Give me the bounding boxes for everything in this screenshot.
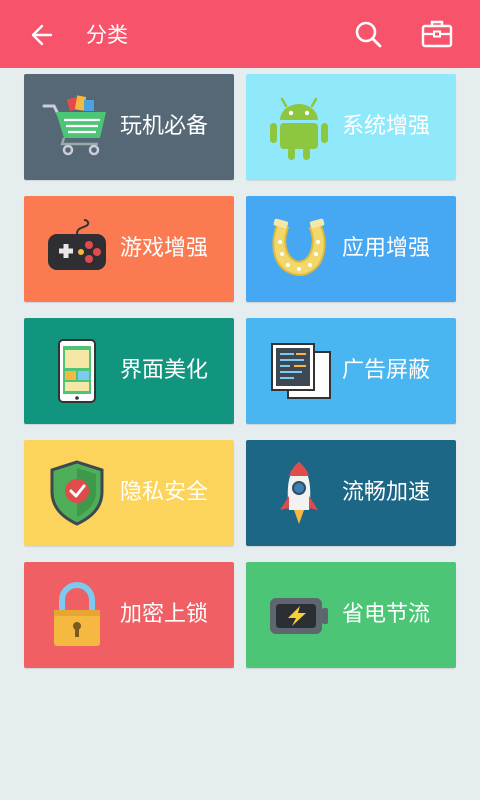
- category-tile-system[interactable]: 系统增强: [246, 74, 456, 180]
- tile-label: 应用增强: [342, 236, 431, 261]
- tile-label: 流畅加速: [342, 480, 431, 505]
- android-robot-icon: [270, 97, 328, 160]
- category-tile-game[interactable]: 游戏增强: [24, 196, 234, 302]
- tile-label: 加密上锁: [120, 602, 209, 627]
- page-title: 分类: [86, 23, 128, 47]
- phone-theme-icon: [58, 339, 96, 403]
- category-tile-battery[interactable]: 省电节流: [246, 562, 456, 668]
- horseshoe-icon: [272, 218, 326, 276]
- tile-label: 广告屏蔽: [342, 358, 431, 383]
- category-tile-speedup[interactable]: 流畅加速: [246, 440, 456, 546]
- tile-label: 省电节流: [342, 602, 431, 627]
- battery-bolt-icon: [270, 598, 328, 634]
- tile-label: 隐私安全: [120, 480, 209, 505]
- category-tile-essentials[interactable]: 玩机必备: [24, 74, 234, 180]
- toolbox-icon: [421, 20, 453, 48]
- back-button[interactable]: [24, 18, 60, 52]
- gamepad-icon: [48, 219, 106, 270]
- window-block-icon: [271, 343, 331, 399]
- search-button[interactable]: [350, 16, 386, 52]
- rocket-icon: [280, 462, 318, 524]
- category-tile-adblock[interactable]: 广告屏蔽: [246, 318, 456, 424]
- back-arrow-icon: [31, 24, 53, 46]
- tile-label: 游戏增强: [120, 236, 209, 261]
- toolbox-button[interactable]: [418, 16, 456, 52]
- padlock-icon: [54, 582, 100, 646]
- tile-label: 界面美化: [120, 358, 209, 383]
- search-icon: [355, 21, 382, 48]
- top-app-bar: 分类: [0, 0, 480, 68]
- category-tile-lock[interactable]: 加密上锁: [24, 562, 234, 668]
- category-tile-app[interactable]: 应用增强: [246, 196, 456, 302]
- category-tile-privacy[interactable]: 隐私安全: [24, 440, 234, 546]
- tile-label: 系统增强: [342, 114, 431, 139]
- shopping-cart-icon: [42, 95, 106, 156]
- category-tile-theme[interactable]: 界面美化: [24, 318, 234, 424]
- shield-check-icon: [50, 460, 104, 526]
- tile-label: 玩机必备: [120, 114, 209, 139]
